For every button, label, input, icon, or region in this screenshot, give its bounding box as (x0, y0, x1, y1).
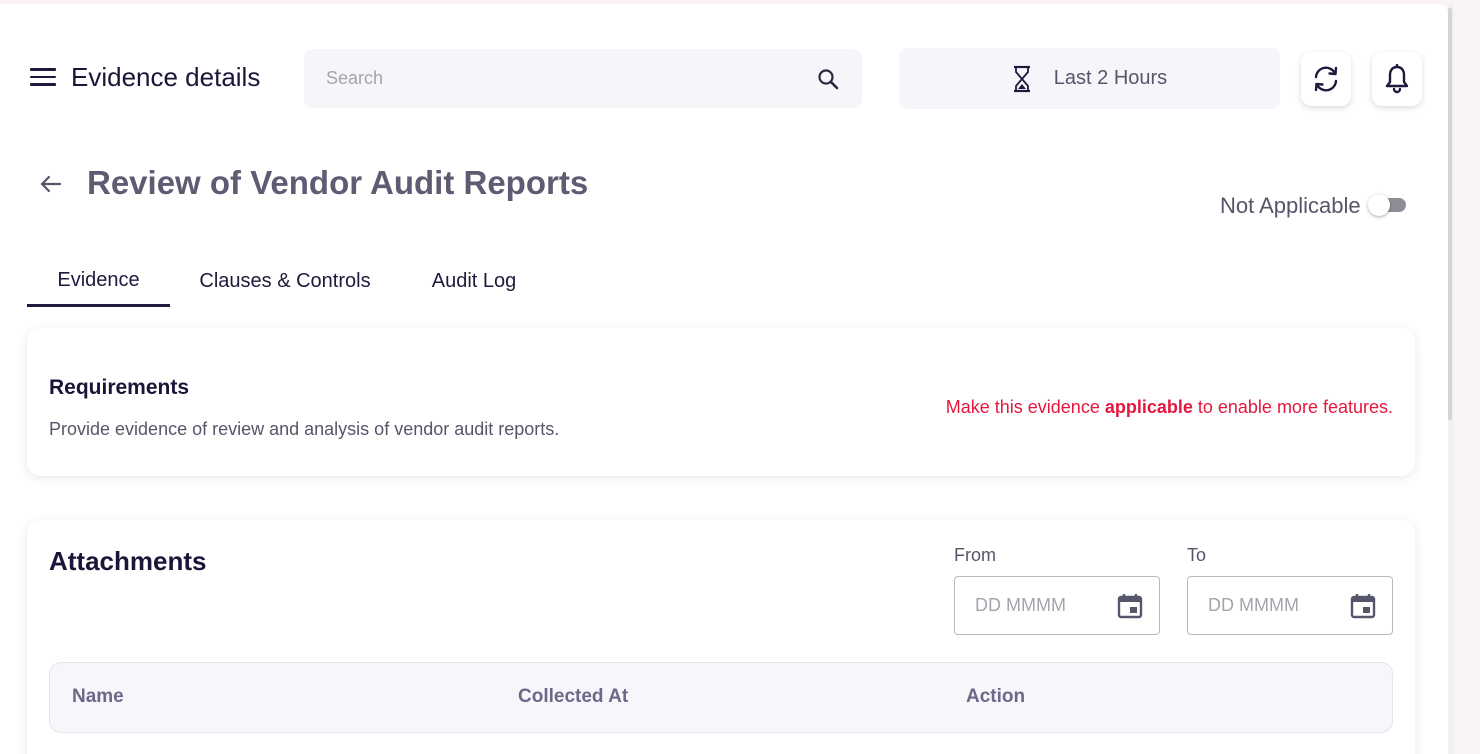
scrollbar-thumb[interactable] (1448, 8, 1452, 420)
not-applicable-label: Not Applicable (1220, 193, 1361, 218)
tab-audit-log[interactable]: Audit Log (420, 256, 528, 307)
column-header-name[interactable]: Name (72, 686, 124, 708)
requirements-title: Requirements (49, 376, 190, 399)
time-range-selector[interactable]: Last 2 Hours (899, 48, 1280, 109)
hourglass-icon (1013, 65, 1030, 92)
refresh-icon (1314, 66, 1338, 92)
notifications-button[interactable] (1372, 52, 1422, 106)
attachments-card: Attachments From To Name Collected At Ac… (27, 520, 1415, 754)
applicable-notice: Make this evidence applicable to enable … (946, 397, 1393, 418)
attachments-table-header: Name Collected At Action (49, 662, 1393, 733)
page-title: Review of Vendor Audit Reports (87, 164, 589, 201)
search-input[interactable] (326, 68, 816, 89)
time-range-label: Last 2 Hours (1053, 67, 1168, 89)
from-date-input[interactable] (975, 595, 1095, 616)
notice-bold: applicable (1104, 397, 1193, 417)
from-label: From (954, 545, 996, 565)
from-date-field[interactable] (954, 576, 1160, 635)
app-title: Evidence details (71, 62, 261, 92)
attachments-title: Attachments (49, 546, 207, 576)
notice-suffix: to enable more features. (1192, 397, 1393, 417)
hamburger-menu-icon[interactable] (30, 68, 56, 88)
requirements-description: Provide evidence of review and analysis … (49, 419, 560, 439)
not-applicable-toggle[interactable] (1368, 193, 1408, 217)
arrow-left-icon[interactable] (38, 172, 64, 196)
notice-prefix: Make this evidence (945, 397, 1105, 417)
calendar-icon[interactable] (1348, 591, 1378, 621)
tab-evidence[interactable]: Evidence (27, 256, 170, 307)
search-icon[interactable] (816, 67, 840, 91)
bell-icon (1385, 64, 1409, 94)
to-date-input[interactable] (1208, 595, 1328, 616)
calendar-icon[interactable] (1115, 591, 1145, 621)
refresh-button[interactable] (1301, 52, 1351, 106)
to-label: To (1187, 545, 1207, 565)
to-date-field[interactable] (1187, 576, 1393, 635)
tab-clauses-controls[interactable]: Clauses & Controls (196, 256, 374, 307)
search-box[interactable] (304, 49, 862, 108)
column-header-action: Action (966, 686, 1026, 707)
requirements-card: Requirements Provide evidence of review … (27, 328, 1415, 476)
column-header-collected-at[interactable]: Collected At (518, 686, 628, 708)
toggle-thumb (1368, 194, 1390, 216)
